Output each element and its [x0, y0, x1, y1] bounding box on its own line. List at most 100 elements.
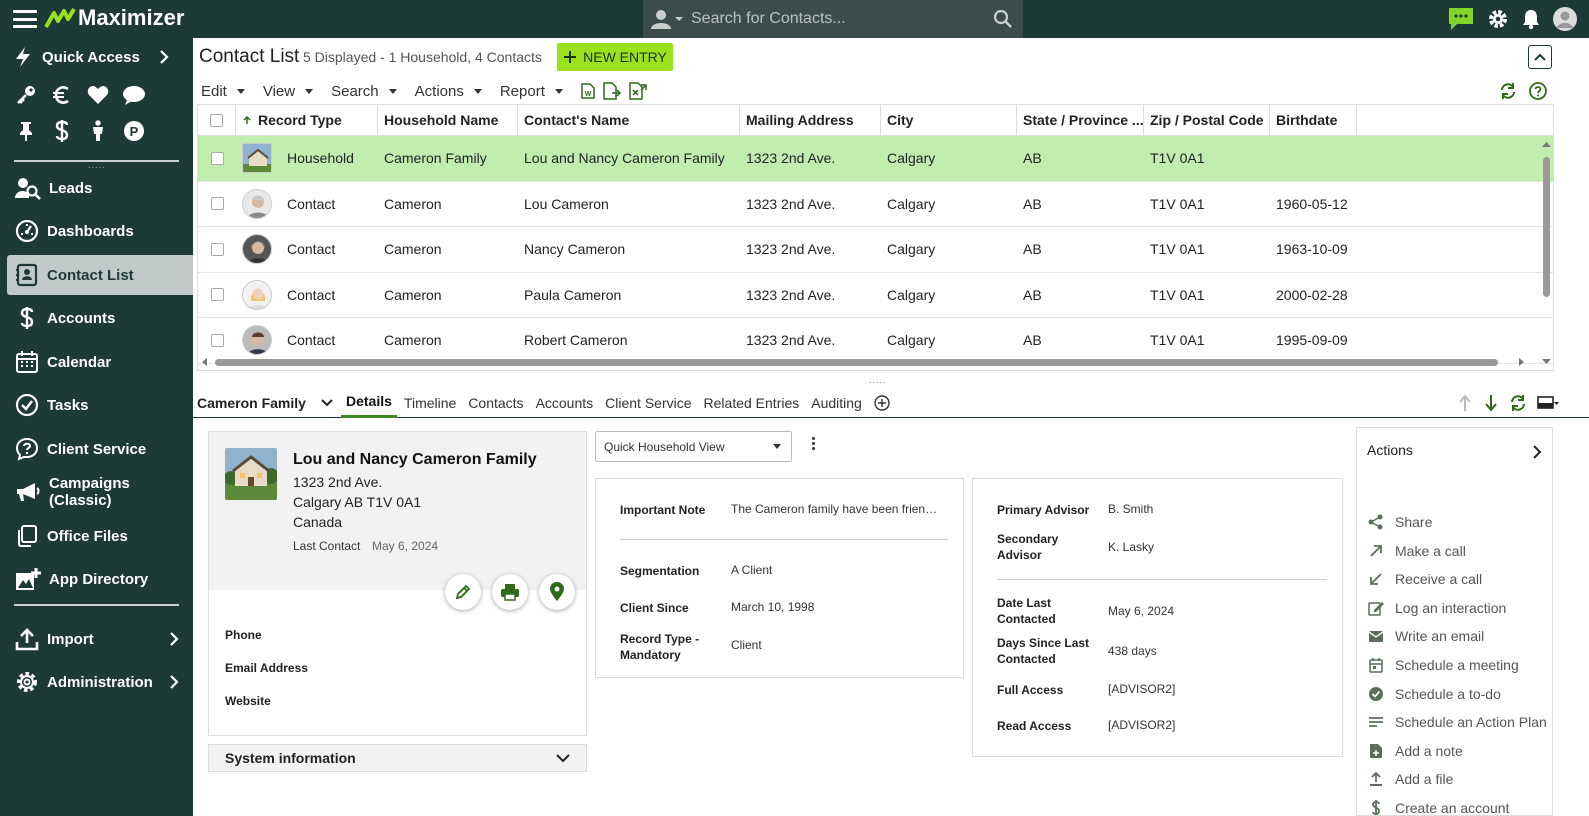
action-write-an-email[interactable]: Write an email: [1367, 627, 1484, 645]
action-schedule-a-to-do[interactable]: Schedule a to-do: [1367, 685, 1501, 703]
person-icon[interactable]: [86, 119, 110, 143]
tab-details[interactable]: Details: [341, 388, 397, 418]
tab-auditing[interactable]: Auditing: [806, 388, 867, 418]
vertical-scroll-thumb[interactable]: [1543, 157, 1550, 297]
new-entry-button[interactable]: NEW ENTRY: [557, 43, 673, 71]
view-select-dropdown[interactable]: Quick Household View: [595, 431, 792, 462]
tab-contacts[interactable]: Contacts: [463, 388, 528, 418]
horizontal-scroll-thumb[interactable]: [215, 359, 1498, 366]
search-entity-dropdown[interactable]: [643, 0, 691, 38]
action-log-an-interaction[interactable]: Log an interaction: [1367, 599, 1506, 617]
action-create-an-account[interactable]: Create an account: [1367, 799, 1509, 815]
table-row[interactable]: Household Cameron Family Lou and Nancy Cam…: [198, 136, 1553, 182]
action-add-a-file[interactable]: Add a file: [1367, 770, 1453, 788]
tab-client-service[interactable]: Client Service: [600, 388, 696, 418]
cell-household: Cameron: [378, 227, 518, 272]
column-header[interactable]: Record Type: [236, 105, 378, 135]
sidebar-item-app-directory[interactable]: App Directory: [7, 559, 193, 599]
table-row[interactable]: Contact Cameron Lou Cameron 1323 2nd Ave. Ca…: [198, 182, 1553, 227]
chat-icon[interactable]: [1447, 6, 1475, 32]
select-all-checkbox[interactable]: [210, 113, 223, 127]
settings-gear-icon[interactable]: [1487, 8, 1509, 30]
print-button[interactable]: [492, 574, 528, 610]
word-doc-icon[interactable]: W: [581, 83, 595, 99]
column-header[interactable]: City: [881, 105, 1017, 135]
help-icon[interactable]: [1529, 82, 1547, 100]
user-avatar[interactable]: [1553, 7, 1577, 31]
system-information-section[interactable]: System information: [208, 744, 587, 772]
quick-access-header[interactable]: Quick Access: [14, 46, 179, 68]
hamburger-menu-icon[interactable]: [13, 10, 37, 28]
row-checkbox[interactable]: [210, 288, 224, 302]
sidebar-item-contact-list[interactable]: Contact List: [7, 255, 193, 295]
collapse-list-button[interactable]: [1528, 45, 1552, 69]
add-tab-button[interactable]: [869, 388, 895, 418]
search-icon[interactable]: [983, 9, 1023, 29]
row-checkbox[interactable]: [210, 197, 224, 211]
horizontal-scrollbar[interactable]: [197, 356, 1527, 368]
heart-icon[interactable]: [86, 83, 110, 107]
sidebar-item-office-files[interactable]: Office Files: [7, 516, 193, 556]
record-selector-dropdown[interactable]: Cameron Family: [193, 395, 341, 411]
sidebar-item-administration[interactable]: Administration: [7, 662, 193, 702]
actions-menu[interactable]: Actions: [415, 83, 482, 100]
column-header[interactable]: Contact's Name: [518, 105, 740, 135]
row-checkbox[interactable]: [210, 333, 224, 347]
sidebar-item-tasks[interactable]: Tasks: [7, 385, 193, 425]
report-menu[interactable]: Report: [500, 83, 563, 100]
edit-menu[interactable]: Edit: [201, 83, 245, 100]
view-menu[interactable]: View: [263, 83, 314, 100]
column-header[interactable]: State / Province ...: [1017, 105, 1144, 135]
action-make-a-call[interactable]: Make a call: [1367, 542, 1466, 560]
layout-options-icon[interactable]: [1537, 394, 1559, 412]
tab-timeline[interactable]: Timeline: [399, 388, 461, 418]
next-record-arrow-icon[interactable]: [1483, 394, 1499, 412]
sidebar-item-calendar[interactable]: Calendar: [7, 342, 193, 382]
search-menu[interactable]: Search: [331, 83, 397, 100]
dollar-icon[interactable]: [50, 119, 74, 143]
action-share[interactable]: Share: [1367, 513, 1432, 531]
tab-related-entries[interactable]: Related Entries: [699, 388, 805, 418]
app-logo[interactable]: Maximizer: [44, 5, 184, 31]
column-header[interactable]: Mailing Address: [740, 105, 881, 135]
tab-accounts[interactable]: Accounts: [531, 388, 599, 418]
vertical-scrollbar[interactable]: [1540, 137, 1553, 369]
export-excel-icon[interactable]: [603, 82, 621, 100]
sidebar-item-import[interactable]: Import: [7, 619, 193, 659]
panel-splitter-handle[interactable]: .....: [869, 375, 887, 385]
notifications-bell-icon[interactable]: [1521, 8, 1541, 30]
map-location-button[interactable]: [539, 574, 575, 610]
p-badge-icon[interactable]: P: [122, 119, 146, 143]
table-row[interactable]: Contact Cameron Paula Cameron 1323 2nd Ave.…: [198, 273, 1553, 318]
sidebar-item-client-service[interactable]: Client Service: [7, 429, 193, 469]
column-header-label: Zip / Postal Code: [1150, 112, 1264, 128]
printer-icon: [501, 584, 519, 601]
euro-icon[interactable]: [50, 83, 74, 107]
table-row[interactable]: Contact Cameron Nancy Cameron 1323 2nd Ave.…: [198, 227, 1553, 273]
edit-button[interactable]: [445, 574, 481, 610]
pin-icon[interactable]: [14, 119, 38, 143]
comment-icon[interactable]: [122, 83, 146, 107]
action-receive-a-call[interactable]: Receive a call: [1367, 570, 1482, 588]
key-icon[interactable]: [14, 83, 38, 107]
previous-record-arrow-icon[interactable]: [1457, 394, 1473, 412]
row-checkbox[interactable]: [210, 242, 224, 256]
chevron-right-icon[interactable]: [1532, 444, 1542, 460]
caret-down-icon: [305, 88, 314, 94]
sidebar-item-leads[interactable]: Leads: [7, 168, 193, 208]
export-file-icon[interactable]: [629, 82, 647, 100]
more-options-icon[interactable]: [812, 437, 815, 450]
action-add-a-note[interactable]: Add a note: [1367, 742, 1463, 760]
action-schedule-an-action-plan[interactable]: Schedule an Action Plan: [1367, 713, 1547, 731]
refresh-detail-icon[interactable]: [1509, 394, 1527, 412]
column-header[interactable]: Household Name: [378, 105, 518, 135]
sidebar-item-dashboards[interactable]: Dashboards: [7, 211, 193, 251]
action-schedule-a-meeting[interactable]: Schedule a meeting: [1367, 656, 1519, 674]
column-header[interactable]: Birthdate: [1270, 105, 1357, 135]
sidebar-item-accounts[interactable]: Accounts: [7, 298, 193, 338]
search-input[interactable]: [691, 4, 983, 34]
refresh-icon[interactable]: [1499, 82, 1517, 100]
sidebar-item-campaigns[interactable]: Campaigns (Classic): [7, 472, 193, 512]
column-header[interactable]: Zip / Postal Code: [1144, 105, 1270, 135]
row-checkbox[interactable]: [210, 151, 224, 165]
